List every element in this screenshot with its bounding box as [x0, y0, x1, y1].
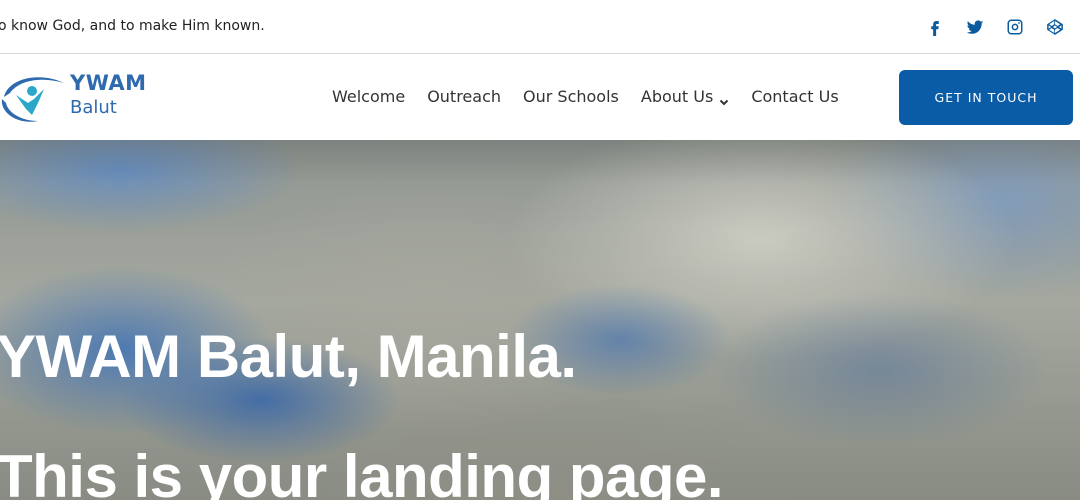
- tagline: o know God, and to make Him known.: [0, 18, 265, 34]
- nav-item-contact-us[interactable]: Contact Us: [751, 87, 838, 106]
- hero-title: YWAM Balut, Manila.: [0, 323, 577, 390]
- nav-item-label: Contact Us: [751, 87, 839, 106]
- site-header: YWAM Balut Welcome Outreach Our Schools …: [0, 55, 1080, 140]
- hero-subtitle: This is your landing page.: [0, 443, 724, 500]
- top-bar: o know God, and to make Him known.: [0, 0, 1080, 54]
- instagram-icon[interactable]: [1004, 16, 1026, 38]
- twitter-icon[interactable]: [964, 16, 986, 38]
- nav-item-label: Outreach: [427, 87, 502, 106]
- chevron-down-icon: [719, 92, 729, 105]
- logo-subtitle: Balut: [70, 97, 117, 118]
- nav-item-welcome[interactable]: Welcome: [332, 87, 405, 106]
- main-nav: Welcome Outreach Our Schools About Us Co…: [332, 87, 839, 106]
- logo-title: YWAM: [70, 71, 147, 95]
- codepen-icon[interactable]: [1044, 16, 1066, 38]
- nav-item-label: About Us: [640, 87, 714, 106]
- nav-item-label: Our Schools: [523, 87, 619, 106]
- nav-item-our-schools[interactable]: Our Schools: [523, 87, 619, 106]
- nav-item-outreach[interactable]: Outreach: [427, 87, 501, 106]
- get-in-touch-button[interactable]: GET IN TOUCH: [899, 70, 1073, 125]
- site-logo[interactable]: YWAM Balut: [0, 69, 158, 129]
- nav-item-about-us[interactable]: About Us: [641, 87, 729, 106]
- logo-mark-icon: [1, 77, 64, 122]
- facebook-icon[interactable]: [924, 16, 946, 38]
- social-links: [924, 16, 1066, 38]
- hero-section: YWAM Balut, Manila. This is your landing…: [0, 140, 1080, 500]
- nav-item-label: Welcome: [332, 87, 406, 106]
